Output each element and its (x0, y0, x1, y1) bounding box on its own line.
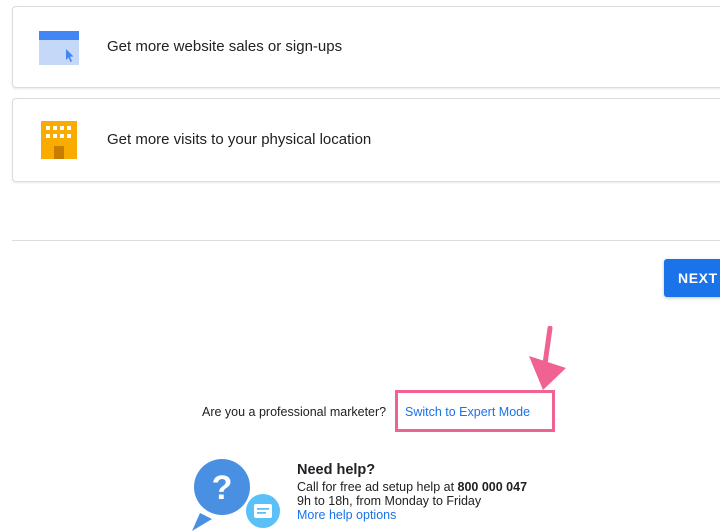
more-help-options-link[interactable]: More help options (297, 508, 396, 522)
marketer-question: Are you a professional marketer? (202, 405, 387, 419)
goal-label-physical-location: Get more visits to your physical locatio… (107, 131, 372, 148)
help-title: Need help? (297, 462, 376, 478)
help-call-prefix: Call for free ad setup help at (297, 480, 458, 494)
store-icon (41, 121, 77, 159)
svg-text:?: ? (212, 469, 233, 507)
help-call-line: Call for free ad setup help at 800 000 0… (297, 480, 527, 494)
goal-option-physical-location[interactable]: Get more visits to your physical locatio… (12, 98, 720, 182)
help-hours: 9h to 18h, from Monday to Friday (297, 494, 482, 508)
help-section: Need help? Call for free ad setup help a… (297, 462, 527, 522)
next-button[interactable]: NEXT (664, 259, 720, 297)
goal-label-website: Get more website sales or sign-ups (107, 38, 343, 55)
divider (12, 240, 720, 241)
annotation-arrow-icon (529, 326, 566, 390)
website-icon (39, 31, 79, 65)
goal-option-website[interactable]: Get more website sales or sign-ups (12, 6, 720, 88)
help-phone-number: 800 000 047 (457, 480, 528, 494)
help-question-icon: ? (192, 459, 280, 531)
switch-to-expert-mode-link[interactable]: Switch to Expert Mode (405, 405, 530, 419)
